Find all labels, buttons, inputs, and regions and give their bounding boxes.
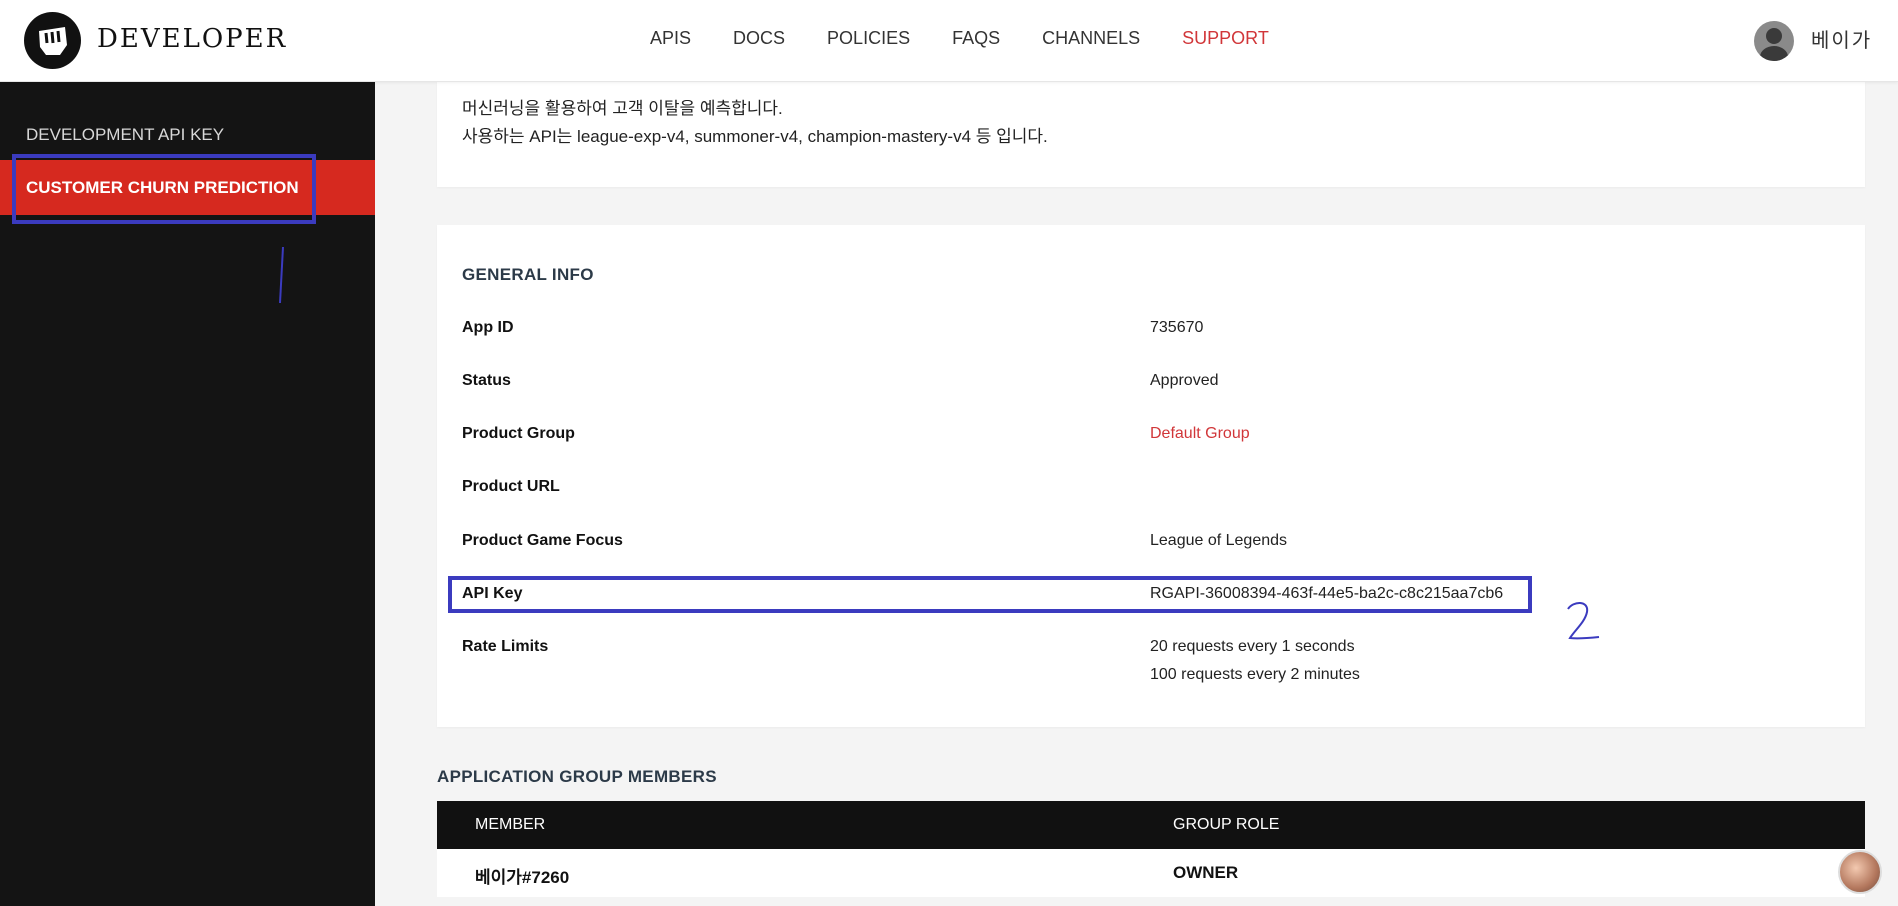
column-header-group-role: GROUP ROLE [1173,816,1280,833]
members-table-header: MEMBER GROUP ROLE [437,801,1865,849]
member-role: OWNER [1173,863,1239,882]
annotation-box-api-key [448,576,1532,613]
column-header-member: MEMBER [475,816,546,833]
member-name: 베이가#7260 [475,868,570,887]
riot-fist-logo-icon[interactable] [24,12,81,69]
nav-policies[interactable]: POLICIES [827,28,910,49]
nav-faqs[interactable]: FAQS [952,28,1000,49]
app-id-value: 735670 [1150,319,1204,336]
nav-channels[interactable]: CHANNELS [1042,28,1140,49]
status-label: Status [462,372,511,389]
user-avatar-icon[interactable] [1754,21,1794,61]
product-game-focus-value: League of Legends [1150,532,1288,549]
rate-limit-per-second: 20 requests every 1 seconds [1150,638,1355,655]
general-info-card: GENERAL INFO App ID 735670 Status Approv… [437,225,1865,727]
app-description-card: 머신러닝을 활용하여 고객 이탈을 예측합니다. 사용하는 API는 leagu… [437,82,1865,187]
status-value: Approved [1150,372,1219,389]
product-game-focus-label: Product Game Focus [462,532,623,549]
username[interactable]: 베이가 [1811,24,1872,53]
nav-apis[interactable]: APIS [650,28,691,49]
floating-assistant-button-icon[interactable] [1838,850,1882,894]
nav-docs[interactable]: DOCS [733,28,785,49]
main-nav: APIS DOCS POLICIES FAQS CHANNELS SUPPORT [650,28,1311,49]
app-id-label: App ID [462,319,514,336]
description-line-1: 머신러닝을 활용하여 고객 이탈을 예측합니다. [462,99,783,118]
rate-limits-label: Rate Limits [462,638,549,655]
application-group-members-title: APPLICATION GROUP MEMBERS [437,767,717,786]
rate-limit-per-minutes: 100 requests every 2 minutes [1150,666,1360,683]
nav-support[interactable]: SUPPORT [1182,28,1269,49]
product-url-label: Product URL [462,478,560,495]
annotation-mark-two [1567,602,1600,640]
developer-logo-text[interactable]: DEVELOPER [97,24,287,54]
product-group-link[interactable]: Default Group [1150,425,1250,443]
table-row: 베이가#7260 OWNER [437,849,1865,897]
description-line-2: 사용하는 API는 league-exp-v4, summoner-v4, ch… [462,127,1048,146]
top-navigation-bar: DEVELOPER APIS DOCS POLICIES FAQS CHANNE… [0,0,1898,82]
general-info-title: GENERAL INFO [462,265,594,284]
annotation-box-sidebar [12,154,316,224]
members-table: MEMBER GROUP ROLE 베이가#7260 OWNER [437,801,1865,897]
product-group-label: Product Group [462,425,575,442]
annotation-mark-one [279,246,284,304]
